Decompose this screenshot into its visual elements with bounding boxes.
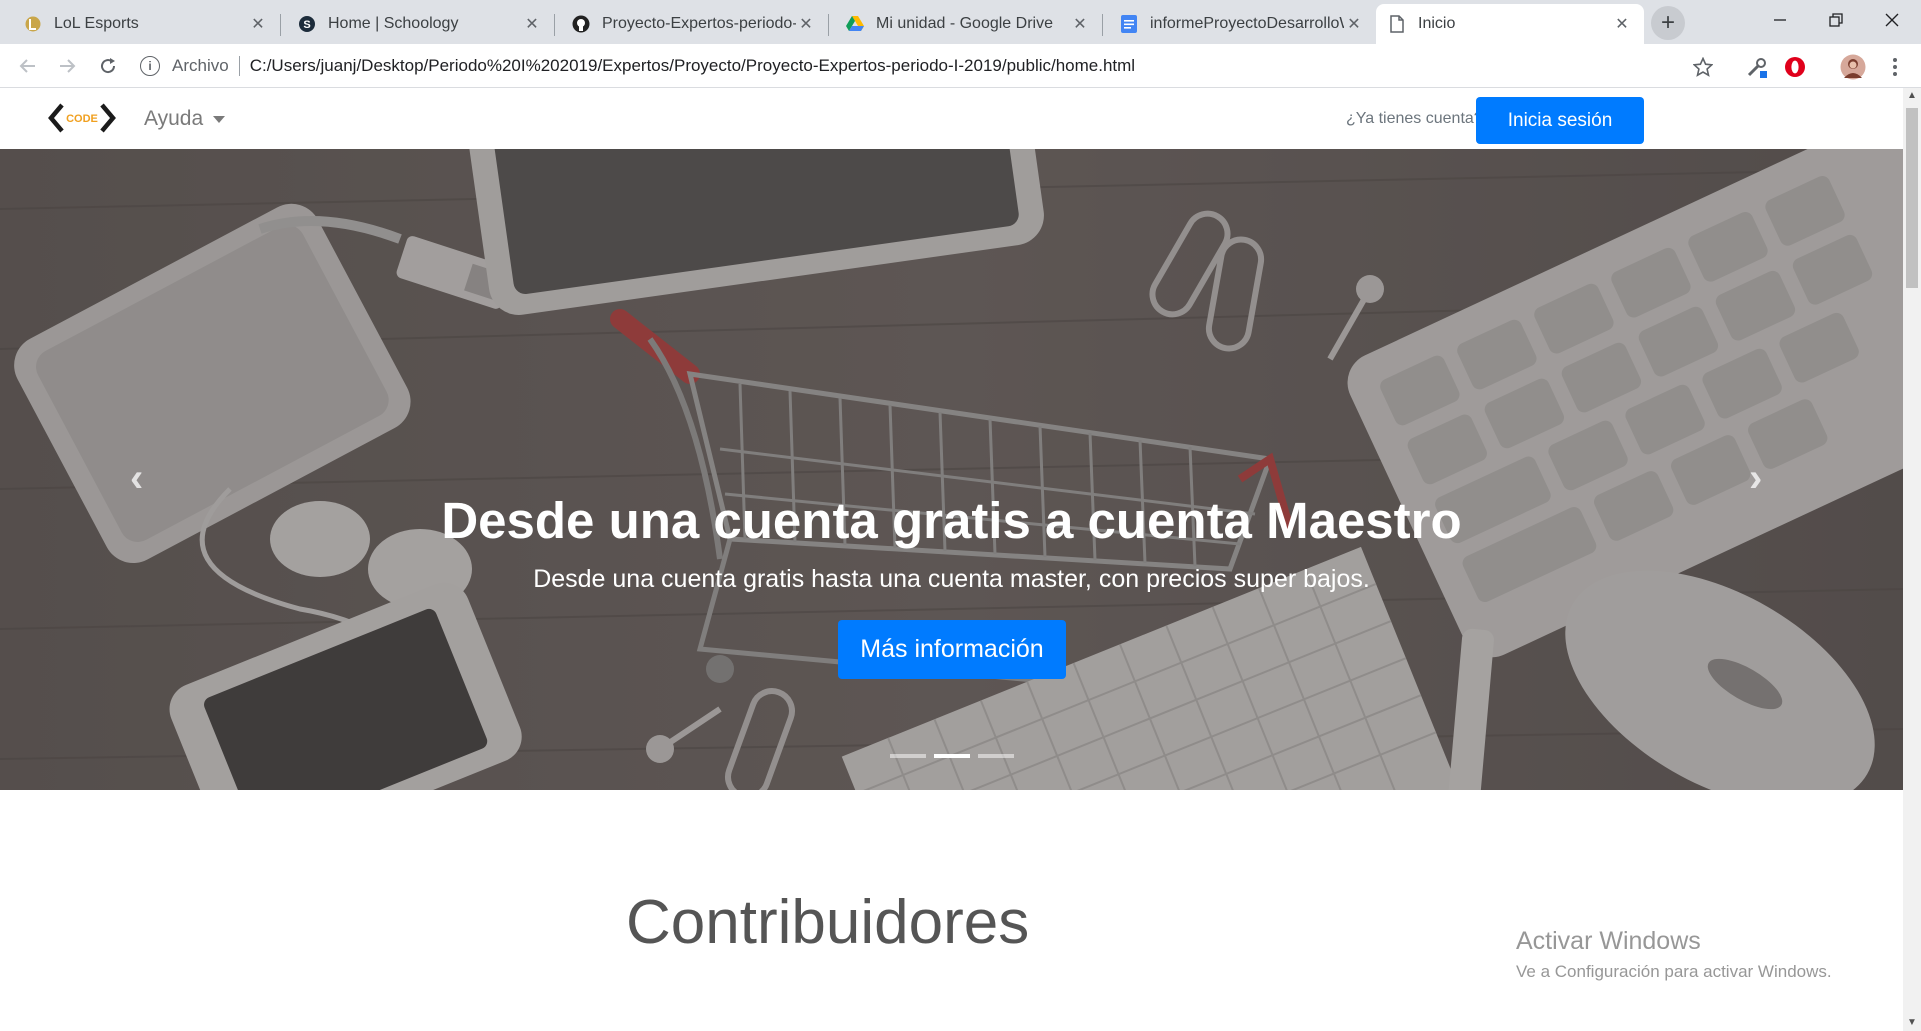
carousel-indicator-1[interactable]: [889, 754, 926, 758]
carousel-indicator-3[interactable]: [977, 754, 1014, 758]
back-icon[interactable]: [14, 52, 42, 80]
tab-schoology[interactable]: S Home | Schoology ✕: [286, 4, 555, 44]
watermark-title: Activar Windows: [1516, 927, 1701, 955]
tab-github-project[interactable]: Proyecto-Expertos-periodo-I ✕: [560, 4, 829, 44]
login-button[interactable]: Inicia sesión: [1476, 97, 1644, 144]
site-navbar: CODE Ayuda ¿Ya tienes cuenta? Inicia ses…: [0, 88, 1903, 149]
page-scrollbar[interactable]: ▲ ▼: [1903, 88, 1921, 1031]
hero-carousel: ‹ › Desde una cuenta gratis a cuenta Mae…: [0, 149, 1903, 790]
google-drive-icon: [846, 15, 864, 33]
new-tab-button[interactable]: +: [1651, 6, 1685, 40]
minimize-icon[interactable]: [1752, 0, 1808, 40]
logo-text: CODE: [66, 113, 98, 125]
scrollbar-thumb[interactable]: [1906, 108, 1918, 288]
page-icon: [1388, 15, 1406, 33]
url-text[interactable]: C:/Users/juanj/Desktop/Periodo%20I%20201…: [250, 56, 1135, 76]
scroll-down-icon[interactable]: ▼: [1903, 1015, 1921, 1031]
page-viewport: CODE Ayuda ¿Ya tienes cuenta? Inicia ses…: [0, 88, 1903, 1031]
tab-lol-esports[interactable]: LoL Esports ✕: [12, 4, 281, 44]
caret-down-icon: [213, 115, 226, 123]
close-icon[interactable]: ✕: [522, 14, 542, 34]
tab-google-drive[interactable]: Mi unidad - Google Drive ✕: [834, 4, 1103, 44]
tab-divider: [280, 14, 281, 36]
close-icon[interactable]: ✕: [1344, 14, 1364, 34]
schoology-icon: S: [298, 15, 316, 33]
watermark-subtitle: Ve a Configuración para activar Windows.: [1516, 962, 1832, 981]
contributors-heading: Contribuidores: [626, 888, 1030, 957]
info-icon[interactable]: i: [140, 56, 160, 76]
tab-title: informeProyectoDesarrolloW: [1150, 15, 1344, 32]
tab-divider: [1102, 14, 1103, 36]
tab-title: LoL Esports: [54, 15, 139, 32]
scroll-up-icon[interactable]: ▲: [1903, 88, 1921, 104]
address-bar[interactable]: i Archivo C:/Users/juanj/Desktop/Periodo…: [140, 52, 1700, 80]
tab-title: Home | Schoology: [328, 15, 459, 32]
close-icon[interactable]: ✕: [248, 14, 268, 34]
ayuda-dropdown[interactable]: Ayuda: [144, 107, 226, 131]
url-scheme-chip: Archivo: [172, 56, 240, 76]
browser-menu-icon[interactable]: [1882, 54, 1908, 80]
opera-icon[interactable]: [1782, 54, 1808, 80]
carousel-title: Desde una cuenta gratis a cuenta Maestro: [441, 492, 1462, 549]
windows-activation-watermark: Activar Windows Ve a Configuración para …: [1516, 927, 1832, 982]
tab-inicio-active[interactable]: Inicio ✕: [1376, 4, 1644, 44]
google-docs-icon: [1120, 15, 1138, 33]
forward-icon[interactable]: [53, 52, 81, 80]
tab-title: Mi unidad - Google Drive: [876, 15, 1053, 32]
tab-strip: LoL Esports ✕ S Home | Schoology ✕ Proye…: [0, 0, 1921, 44]
carousel-subtitle: Desde una cuenta gratis hasta una cuenta…: [533, 565, 1370, 593]
ayuda-label: Ayuda: [144, 107, 204, 130]
reload-icon[interactable]: [94, 52, 122, 80]
close-icon[interactable]: ✕: [796, 14, 816, 34]
login-question: ¿Ya tienes cuenta?: [1346, 110, 1483, 127]
carousel-indicator-2[interactable]: [933, 754, 970, 758]
svg-text:S: S: [303, 19, 310, 31]
extension-tool-icon[interactable]: [1744, 54, 1770, 80]
profile-avatar-icon[interactable]: [1840, 54, 1866, 80]
tab-google-docs-report[interactable]: informeProyectoDesarrolloW ✕: [1108, 4, 1376, 44]
lol-icon: [24, 15, 42, 33]
carousel-indicators: [0, 754, 1903, 758]
more-info-button[interactable]: Más información: [838, 620, 1066, 679]
code-logo[interactable]: CODE: [48, 102, 116, 134]
restore-icon[interactable]: [1808, 0, 1864, 40]
tab-divider: [828, 14, 829, 36]
close-icon[interactable]: ✕: [1070, 14, 1090, 34]
bookmark-star-icon[interactable]: [1690, 54, 1716, 80]
tab-title: Proyecto-Expertos-periodo-I: [602, 15, 796, 32]
tab-divider: [554, 14, 555, 36]
carousel-overlay: [0, 149, 1903, 790]
close-window-icon[interactable]: [1864, 0, 1920, 40]
tab-title: Inicio: [1418, 15, 1456, 32]
close-icon[interactable]: ✕: [1612, 14, 1632, 34]
github-icon: [572, 15, 590, 33]
browser-window: LoL Esports ✕ S Home | Schoology ✕ Proye…: [0, 0, 1921, 1031]
browser-toolbar: i Archivo C:/Users/juanj/Desktop/Periodo…: [0, 44, 1921, 88]
